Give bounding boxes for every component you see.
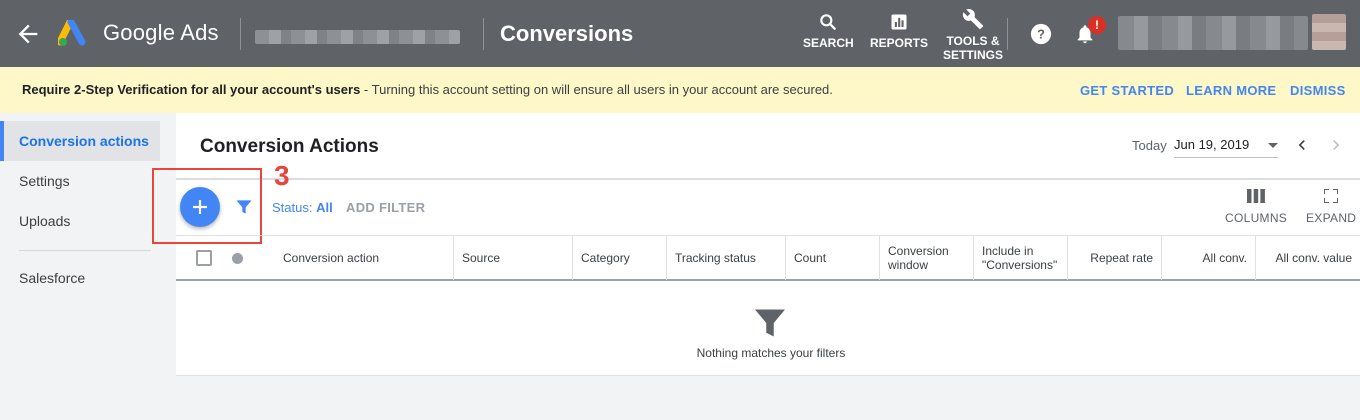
column-header-repeat-rate[interactable]: Repeat rate bbox=[1067, 236, 1161, 280]
search-button[interactable]: SEARCH bbox=[803, 12, 854, 50]
table-header: Conversion action Source Category Tracki… bbox=[176, 235, 1360, 281]
wrench-icon bbox=[962, 9, 984, 30]
notice-message-bold: Require 2-Step Verification for all your… bbox=[22, 82, 361, 97]
tools-settings-button[interactable]: TOOLS & SETTINGS bbox=[943, 8, 1003, 62]
sidebar-item-conversion-actions[interactable]: Conversion actions bbox=[0, 121, 160, 161]
column-header-source[interactable]: Source bbox=[453, 236, 572, 280]
date-range-label: Today bbox=[1132, 138, 1167, 153]
header-divider bbox=[176, 178, 1360, 180]
sidebar: Conversion actions Settings Uploads Sale… bbox=[0, 113, 176, 420]
column-header-count[interactable]: Count bbox=[785, 236, 879, 280]
tools-label-line2: SETTINGS bbox=[943, 48, 1004, 62]
verification-notice: Require 2-Step Verification for all your… bbox=[0, 67, 1360, 113]
columns-label: COLUMNS bbox=[1225, 211, 1288, 225]
reports-label: REPORTS bbox=[870, 36, 929, 50]
columns-button[interactable]: COLUMNS bbox=[1225, 189, 1287, 225]
annotation-box bbox=[152, 168, 262, 244]
page-background bbox=[176, 376, 1360, 420]
avatar[interactable] bbox=[1312, 14, 1346, 50]
brand-name: Google Ads bbox=[103, 20, 219, 45]
svg-text:?: ? bbox=[1037, 27, 1045, 42]
chevron-right-icon[interactable] bbox=[1326, 135, 1346, 155]
dismiss-link[interactable]: DISMISS bbox=[1290, 83, 1346, 98]
column-header-conversion-window[interactable]: Conversion window bbox=[879, 236, 973, 280]
sidebar-item-settings[interactable]: Settings bbox=[0, 161, 176, 201]
column-header-all-conv-value[interactable]: All conv. value bbox=[1255, 236, 1360, 280]
add-filter-button[interactable]: ADD FILTER bbox=[346, 200, 425, 215]
page-heading: Conversions bbox=[500, 21, 634, 46]
google-ads-logo-icon bbox=[58, 20, 86, 46]
column-header-include-in-conversions[interactable]: Include in "Conversions" bbox=[973, 236, 1067, 280]
notice-message: Require 2-Step Verification for all your… bbox=[22, 82, 833, 97]
help-icon[interactable]: ? bbox=[1030, 23, 1052, 45]
notice-message-text: - Turning this account setting on will e… bbox=[360, 82, 833, 97]
dropdown-caret-icon bbox=[1268, 143, 1278, 148]
expand-label: EXPAND bbox=[1306, 211, 1357, 225]
column-header-category[interactable]: Category bbox=[572, 236, 666, 280]
divider bbox=[483, 18, 484, 50]
sidebar-divider bbox=[19, 250, 151, 251]
empty-state-message: Nothing matches your filters bbox=[696, 346, 846, 360]
date-range-select[interactable]: Jun 19, 2019 bbox=[1174, 131, 1278, 159]
notification-badge: ! bbox=[1088, 16, 1106, 34]
status-filter-chip[interactable]: Status: All bbox=[272, 200, 333, 215]
account-name-redacted[interactable] bbox=[255, 30, 460, 44]
annotation-number: 3 bbox=[274, 160, 290, 191]
chevron-left-icon[interactable] bbox=[1292, 135, 1312, 155]
main-panel: Conversion Actions Today Jun 19, 2019 St… bbox=[152, 113, 1360, 420]
user-account-redacted[interactable] bbox=[1118, 16, 1308, 50]
expand-icon bbox=[1324, 189, 1339, 203]
search-icon bbox=[820, 14, 837, 30]
column-header-tracking-status[interactable]: Tracking status bbox=[666, 236, 785, 280]
top-bar: Google Ads Conversions SEARCH REPORTS TO… bbox=[0, 0, 1360, 67]
tools-label-line1: TOOLS & bbox=[946, 34, 1000, 48]
divider bbox=[1007, 18, 1008, 50]
search-label: SEARCH bbox=[803, 36, 854, 50]
column-header-conversion-action[interactable]: Conversion action bbox=[275, 236, 453, 280]
empty-filter-icon bbox=[755, 309, 785, 337]
columns-icon bbox=[1247, 189, 1265, 203]
status-dot bbox=[232, 253, 243, 264]
select-underline bbox=[1174, 157, 1278, 158]
sidebar-item-uploads[interactable]: Uploads bbox=[0, 201, 176, 241]
date-range-value: Jun 19, 2019 bbox=[1174, 137, 1250, 152]
select-all-checkbox[interactable] bbox=[196, 250, 212, 266]
learn-more-link[interactable]: LEARN MORE bbox=[1186, 83, 1276, 98]
sidebar-item-salesforce[interactable]: Salesforce bbox=[0, 258, 176, 298]
get-started-link[interactable]: GET STARTED bbox=[1080, 83, 1174, 98]
back-arrow-icon[interactable] bbox=[14, 20, 42, 48]
column-header-all-conv[interactable]: All conv. bbox=[1161, 236, 1255, 280]
divider bbox=[240, 18, 241, 50]
status-label: Status: bbox=[272, 200, 317, 215]
status-value: All bbox=[316, 200, 333, 215]
expand-button[interactable]: EXPAND bbox=[1306, 189, 1356, 225]
reports-icon bbox=[891, 14, 907, 30]
reports-button[interactable]: REPORTS bbox=[870, 12, 928, 50]
page-title: Conversion Actions bbox=[200, 136, 379, 157]
